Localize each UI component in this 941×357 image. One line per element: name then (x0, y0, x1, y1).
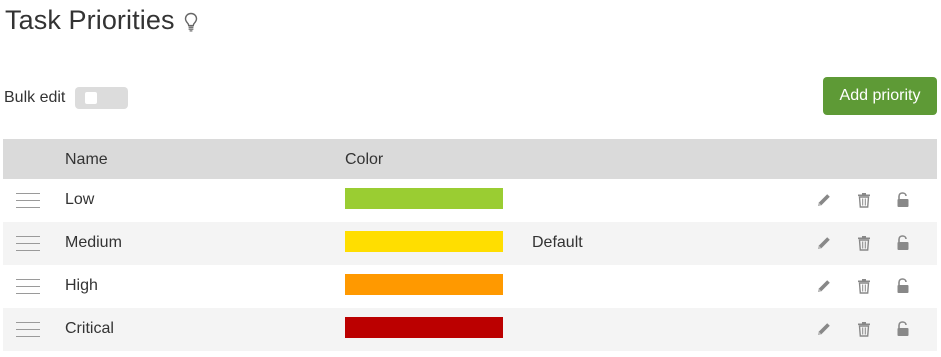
pencil-icon[interactable] (815, 277, 833, 295)
bulk-edit-label: Bulk edit (4, 89, 66, 106)
table-row: High (3, 265, 937, 308)
drag-handle-icon[interactable] (16, 236, 40, 252)
bulk-edit-toggle[interactable] (75, 87, 129, 109)
drag-handle-icon[interactable] (16, 279, 40, 295)
table-body: Low Medium Default High Critical (3, 179, 937, 351)
pencil-icon[interactable] (815, 320, 833, 338)
color-swatch (345, 188, 503, 209)
trash-icon[interactable] (855, 234, 873, 252)
default-badge: Default (532, 234, 583, 251)
bulk-edit-row: Bulk edit (4, 86, 129, 110)
page-title: Task Priorities (5, 4, 175, 35)
pencil-icon[interactable] (815, 234, 833, 252)
trash-icon[interactable] (855, 320, 873, 338)
drag-handle-icon[interactable] (16, 322, 40, 338)
unlock-icon[interactable] (894, 191, 912, 209)
unlock-icon[interactable] (894, 234, 912, 252)
priority-name: Low (65, 191, 95, 208)
unlock-icon[interactable] (894, 320, 912, 338)
color-swatch (345, 231, 503, 252)
trash-icon[interactable] (855, 277, 873, 295)
add-priority-button[interactable]: Add priority (823, 77, 937, 115)
priority-name: Medium (65, 234, 122, 251)
toggle-knob (85, 92, 98, 104)
priorities-table: Name Color Low Medium Default High Critical (3, 139, 937, 351)
table-row: Low (3, 179, 937, 222)
priority-name: Critical (65, 320, 114, 337)
column-header-color: Color (345, 151, 384, 168)
column-header-name: Name (65, 151, 108, 168)
table-row: Medium Default (3, 222, 937, 265)
trash-icon[interactable] (855, 191, 873, 209)
unlock-icon[interactable] (894, 277, 912, 295)
drag-handle-icon[interactable] (16, 193, 40, 209)
pencil-icon[interactable] (815, 191, 833, 209)
table-row: Critical (3, 308, 937, 351)
priority-name: High (65, 277, 98, 294)
lightbulb-icon[interactable] (184, 12, 198, 32)
color-swatch (345, 274, 503, 295)
table-header: Name Color (3, 139, 937, 179)
color-swatch (345, 317, 503, 338)
page-header: Task Priorities (5, 2, 198, 38)
